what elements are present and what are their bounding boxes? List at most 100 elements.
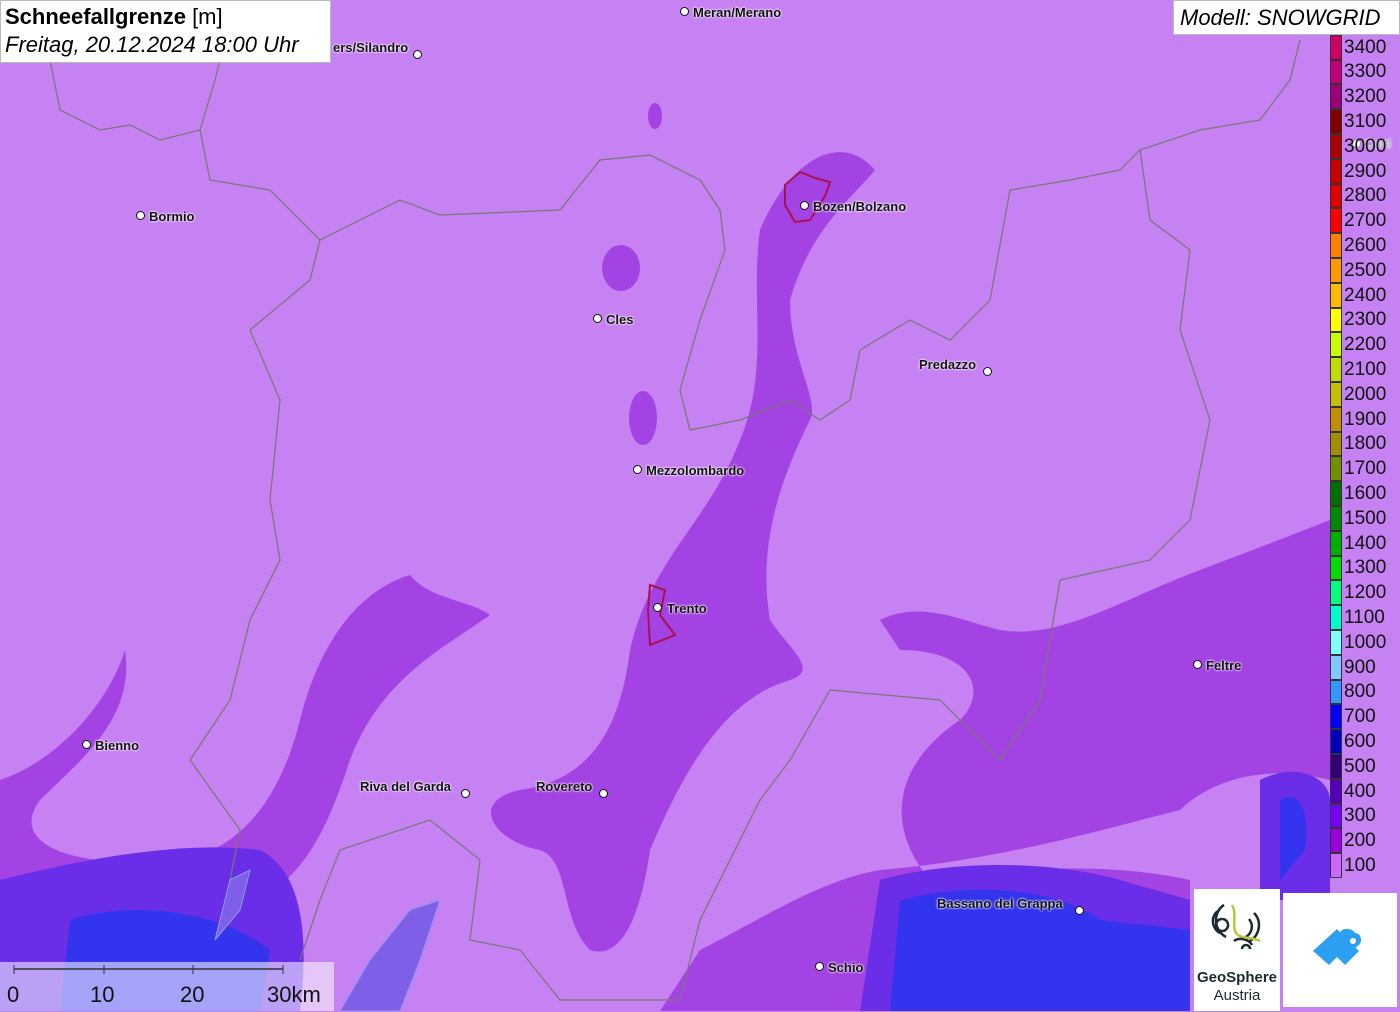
legend-swatch — [1330, 753, 1342, 779]
legend-entry: 300 — [1330, 803, 1386, 829]
city-dot — [82, 740, 91, 749]
legend-value: 3000 — [1344, 135, 1387, 157]
city-label[interactable]: Feltre — [1206, 658, 1241, 673]
legend-value: 200 — [1344, 830, 1376, 852]
legend-entry: 900 — [1330, 654, 1386, 680]
legend-entry: 1600 — [1330, 481, 1386, 506]
legend-swatch — [1330, 208, 1342, 234]
legend-entry: 2800 — [1330, 183, 1387, 209]
legend-entry: 1000 — [1330, 629, 1387, 655]
legend-value: 1500 — [1344, 507, 1387, 529]
legend-swatch — [1330, 605, 1342, 630]
city-dot — [680, 7, 689, 16]
geosphere-emblem-icon — [1211, 903, 1261, 950]
geosphere-country: Austria — [1213, 987, 1261, 1004]
legend-swatch — [1330, 704, 1342, 730]
legend-value: 2400 — [1344, 284, 1387, 306]
legend-swatch — [1330, 530, 1342, 556]
legend-value: 3100 — [1344, 111, 1387, 133]
geosphere-name: GeoSphere — [1196, 969, 1278, 986]
legend-value: 900 — [1344, 656, 1376, 678]
legend-value: 1300 — [1344, 557, 1387, 579]
legend-swatch — [1330, 729, 1342, 754]
weather-service-logo[interactable] — [1283, 893, 1397, 1007]
legend-value: 300 — [1344, 805, 1376, 827]
city-dot — [1075, 906, 1084, 915]
geosphere-logo[interactable]: GeoSphere Austria — [1194, 889, 1280, 1011]
legend-entry: 3400 — [1330, 34, 1386, 60]
legend-value: 2000 — [1344, 383, 1387, 405]
legend-value: 700 — [1344, 706, 1376, 728]
legend-value: 1900 — [1344, 408, 1387, 430]
city-dot — [800, 201, 809, 210]
city-label[interactable]: Trento — [667, 601, 707, 616]
legend-value: 2700 — [1344, 210, 1387, 232]
scale-bar: 0 10 20 30km — [0, 962, 334, 1011]
legend-swatch — [1330, 505, 1342, 531]
legend-value: 600 — [1344, 731, 1376, 752]
scale-label: 30km — [267, 982, 321, 1007]
city-label[interactable]: Meran/Merano — [693, 5, 781, 20]
legend-value: 2600 — [1344, 235, 1387, 257]
city-label[interactable]: ers/Silandro — [333, 40, 408, 55]
legend-swatch — [1330, 59, 1342, 85]
legend-swatch — [1330, 332, 1342, 358]
legend-entry: 200 — [1330, 828, 1386, 854]
model-label: Modell: SNOWGRID — [1173, 0, 1400, 35]
city-dot — [593, 314, 602, 323]
legend-entry: 800 — [1330, 679, 1386, 705]
city-label[interactable]: Schio — [828, 960, 863, 975]
legend-entry: 2100 — [1330, 357, 1386, 382]
legend-value: 2900 — [1344, 160, 1387, 182]
legend-swatch — [1330, 778, 1342, 804]
legend-entry: 3200 — [1330, 84, 1387, 110]
legend-value: 2800 — [1344, 185, 1387, 207]
city-label[interactable]: Cles — [606, 312, 633, 327]
legend-swatch — [1330, 282, 1342, 308]
city-label[interactable]: Bozen/Bolzano — [813, 199, 906, 214]
legend-swatch — [1330, 828, 1342, 854]
legend-swatch — [1330, 109, 1342, 134]
legend-swatch — [1330, 853, 1342, 878]
city-label[interactable]: Predazzo — [919, 357, 976, 372]
legend-entry: 1900 — [1330, 406, 1387, 432]
legend-entry: 3300 — [1330, 59, 1387, 85]
legend-swatch — [1330, 183, 1342, 209]
legend-value: 500 — [1344, 755, 1376, 777]
legend-entry: 1800 — [1330, 431, 1386, 457]
city-label[interactable]: Bormio — [149, 209, 195, 224]
scale-label: 20 — [180, 982, 205, 1007]
legend-value: 1000 — [1344, 631, 1387, 653]
city-label[interactable]: Rovereto — [536, 779, 592, 794]
legend-entry: 2000 — [1330, 381, 1387, 407]
city-label[interactable]: Mezzolombardo — [646, 463, 744, 478]
city-label[interactable]: Bassano del Grappa — [937, 896, 1063, 911]
color-legend: 3500340033003200310030002900280027002600… — [1330, 34, 1387, 878]
legend-swatch — [1330, 555, 1342, 581]
snowline-map[interactable] — [0, 0, 1400, 1011]
legend-entry: 100 — [1330, 853, 1386, 878]
legend-entry: 2700 — [1330, 208, 1387, 234]
legend-swatch — [1330, 158, 1342, 184]
city-label[interactable]: Bienno — [95, 738, 139, 753]
legend-value: 1400 — [1344, 532, 1387, 554]
legend-swatch — [1330, 431, 1342, 457]
legend-swatch — [1330, 456, 1342, 482]
city-label[interactable]: Riva del Garda — [360, 779, 451, 794]
legend-value: 100 — [1344, 854, 1376, 876]
scale-label: 10 — [90, 982, 115, 1007]
legend-entry: 700 — [1330, 704, 1386, 730]
legend-swatch — [1330, 257, 1342, 283]
legend-entry: 1500 — [1330, 505, 1387, 531]
legend-entry: 400 — [1330, 778, 1386, 804]
legend-entry: 3000 — [1330, 133, 1387, 159]
legend-value: 3200 — [1344, 86, 1387, 108]
legend-value: 2500 — [1344, 259, 1387, 281]
legend-value: 800 — [1344, 681, 1376, 703]
legend-entry: 1700 — [1330, 456, 1386, 482]
legend-value: 1200 — [1344, 582, 1387, 604]
legend-swatch — [1330, 84, 1342, 110]
legend-value: 3300 — [1344, 61, 1387, 83]
legend-swatch — [1330, 580, 1342, 606]
forecast-datetime: Freitag, 20.12.2024 18:00 Uhr — [5, 32, 299, 57]
